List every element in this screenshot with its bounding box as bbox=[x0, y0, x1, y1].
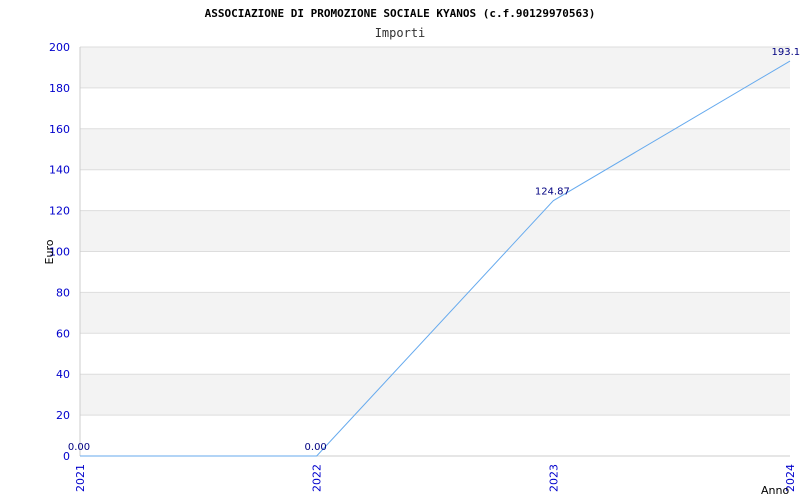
data-label: 0.00 bbox=[68, 442, 90, 453]
x-tick-label: 2022 bbox=[311, 464, 324, 492]
y-axis-label: Euro bbox=[43, 239, 56, 264]
y-tick-label: 40 bbox=[56, 368, 70, 381]
y-tick-label: 140 bbox=[49, 164, 70, 177]
y-tick-label: 60 bbox=[56, 327, 70, 340]
data-label: 124.87 bbox=[535, 187, 570, 198]
y-tick-label: 20 bbox=[56, 409, 70, 422]
chart: 020406080100120140160180200 2021 2022 2023… bbox=[43, 7, 800, 497]
grid-band bbox=[80, 87, 790, 129]
y-tick-label: 180 bbox=[49, 82, 70, 95]
grid-band bbox=[80, 128, 790, 170]
grid-band bbox=[80, 169, 790, 211]
x-tick-label: 2023 bbox=[547, 464, 560, 492]
chart-title: ASSOCIAZIONE DI PROMOZIONE SOCIALE KYANO… bbox=[205, 7, 596, 20]
x-tick-label: 2021 bbox=[74, 464, 87, 492]
data-label: 193.13 bbox=[772, 47, 800, 58]
x-tick-labels: 2021 2022 2023 2024 bbox=[74, 464, 797, 492]
y-tick-label: 80 bbox=[56, 286, 70, 299]
grid-band bbox=[80, 210, 790, 252]
grid-band bbox=[80, 415, 790, 456]
x-axis-label: Anno bbox=[761, 484, 789, 497]
grid-band bbox=[80, 47, 790, 88]
grid-band bbox=[80, 374, 790, 416]
grid-band bbox=[80, 292, 790, 334]
grid-band bbox=[80, 333, 790, 375]
y-tick-label: 160 bbox=[49, 123, 70, 136]
chart-subtitle: Importi bbox=[375, 26, 426, 40]
data-label: 0.00 bbox=[305, 442, 327, 453]
grid-band bbox=[80, 251, 790, 293]
y-tick-label: 200 bbox=[49, 41, 70, 54]
y-tick-label: 120 bbox=[49, 205, 70, 218]
